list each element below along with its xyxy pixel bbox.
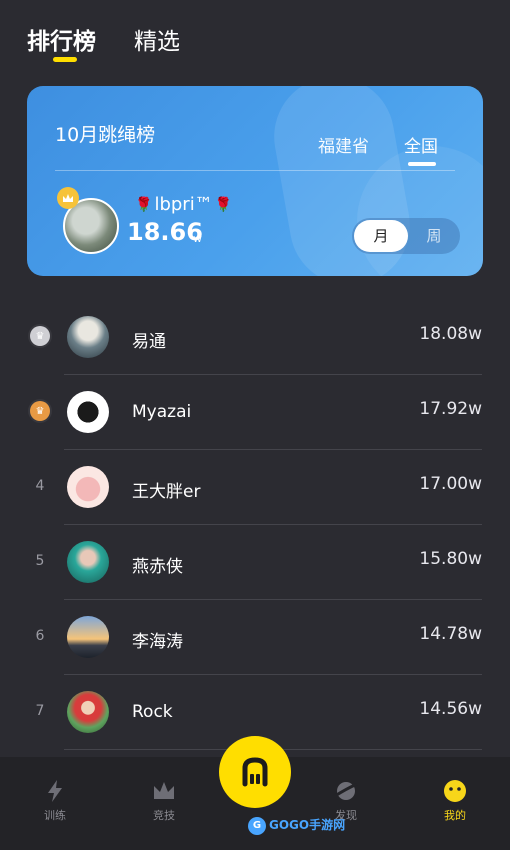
planet-icon (334, 782, 358, 800)
tab-label: 训练 (44, 809, 66, 822)
list-item[interactable]: 4 王大胖er 17.00w (0, 450, 510, 525)
period-toggle: 月 周 (352, 218, 460, 254)
user-name: 李海涛 (132, 632, 183, 652)
user-name: 王大胖er (132, 482, 201, 502)
region-tab-indicator (408, 162, 436, 166)
avatar[interactable] (67, 316, 109, 358)
user-score: 15.80w (419, 549, 482, 569)
list-item[interactable]: ♛ Myazai 17.92w (0, 375, 510, 450)
rank-marker: ♛ (28, 399, 52, 423)
region-tab-province[interactable]: 福建省 (318, 132, 369, 157)
leader-score: 18.66 (127, 218, 203, 246)
leader-name-text: lbpri™ (154, 194, 213, 215)
user-name: Myazai (132, 402, 192, 422)
user-score: 17.92w (419, 399, 482, 419)
user-score: 14.78w (419, 624, 482, 644)
active-tab-indicator (53, 57, 77, 62)
leaderboard-hero-card: 10月跳绳榜 福建省 全国 🌹 lbpri™ 🌹 18.66 w 月 周 (27, 86, 483, 276)
watermark-text: GOGO手游网 (269, 818, 346, 832)
leader-score-unit: w (193, 232, 202, 245)
rank-number: 6 (35, 628, 45, 644)
user-score: 18.08w (419, 324, 482, 344)
user-name: 易通 (132, 332, 166, 352)
rank-number: 7 (35, 703, 45, 719)
gold-crown-icon (57, 187, 79, 209)
rose-icon: 🌹 (135, 196, 153, 213)
avatar[interactable] (67, 691, 109, 733)
tab-training[interactable]: 训练 (15, 757, 95, 850)
tab-leaderboard[interactable]: 排行榜 (27, 22, 96, 56)
period-month-button[interactable]: 月 (354, 220, 408, 252)
avatar[interactable] (67, 616, 109, 658)
crown-icon (154, 782, 174, 799)
hero-title: 10月跳绳榜 (55, 124, 156, 146)
user-score: 14.56w (419, 699, 482, 719)
user-name: Rock (132, 702, 173, 722)
avatar[interactable] (67, 466, 109, 508)
tab-featured[interactable]: 精选 (134, 22, 180, 56)
tab-competition[interactable]: 竞技 (124, 757, 204, 850)
avatar[interactable] (67, 391, 109, 433)
rank-number: 5 (35, 553, 45, 569)
rank-number: 4 (35, 478, 45, 494)
rank-marker: ♛ (28, 324, 52, 348)
watermark-logo-icon: G (248, 816, 266, 835)
hero-divider (55, 170, 455, 171)
period-week-button[interactable]: 周 (414, 218, 454, 254)
rose-icon: 🌹 (214, 196, 233, 213)
bronze-medal-icon: ♛ (30, 401, 50, 421)
start-jump-rope-button[interactable] (219, 736, 291, 808)
list-item[interactable]: 6 李海涛 14.78w (0, 600, 510, 675)
watermark: G GOGO手游网 (248, 816, 345, 835)
user-name: 燕赤侠 (132, 557, 183, 577)
tab-mine[interactable]: 我的 (415, 757, 495, 850)
silver-medal-icon: ♛ (30, 326, 50, 346)
rope-icon (242, 757, 268, 787)
list-item[interactable]: 5 燕赤侠 15.80w (0, 525, 510, 600)
smile-icon (444, 780, 466, 802)
tab-label: 我的 (444, 809, 466, 822)
region-tab-national[interactable]: 全国 (404, 132, 438, 157)
avatar[interactable] (67, 541, 109, 583)
tab-label: 竞技 (153, 809, 175, 822)
user-score: 17.00w (419, 474, 482, 494)
lightning-icon (48, 780, 62, 802)
tab-discover[interactable]: 发现 (306, 757, 386, 850)
list-item[interactable]: ♛ 易通 18.08w (0, 300, 510, 375)
leader-name[interactable]: 🌹 lbpri™ 🌹 (133, 194, 234, 215)
